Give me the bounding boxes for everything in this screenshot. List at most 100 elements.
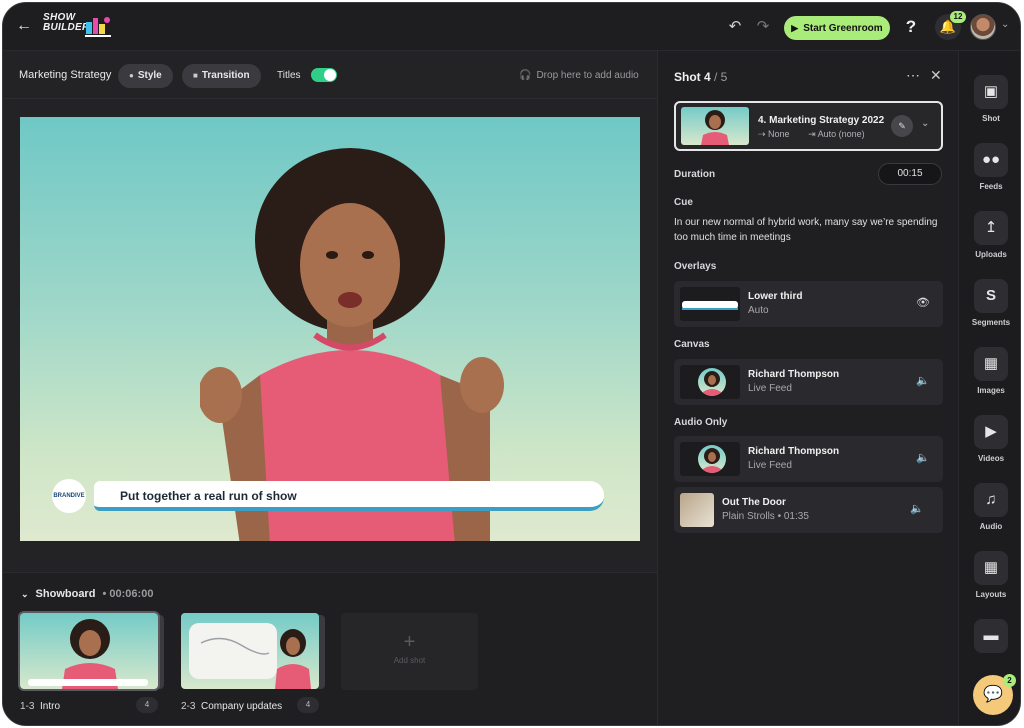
- lower-third-thumbnail: [682, 301, 738, 310]
- shot-thumbnail-company-updates[interactable]: [181, 613, 319, 689]
- shot-label-company-updates: 2-3 Company updates: [181, 701, 282, 712]
- right-rail: ▣ Shot ●● Feeds ↥ Uploads S Segments ▦ I…: [958, 51, 1020, 725]
- help-button[interactable]: ?: [901, 16, 921, 38]
- show-builder-logo: SHOW BUILDER: [43, 13, 123, 41]
- audio-drop-label: Drop here to add audio: [536, 70, 639, 81]
- shot-thumbnail-image: [189, 623, 311, 689]
- titles-label: Titles: [277, 70, 301, 81]
- audio-drop-zone[interactable]: 🎧 Drop here to add audio: [519, 70, 639, 81]
- canvas-label: Canvas: [674, 339, 710, 350]
- duration-label: Duration: [674, 169, 716, 180]
- music-note-icon: ♫: [974, 483, 1008, 517]
- feed-avatar: [698, 368, 726, 396]
- shot-thumbnail-image: [28, 619, 148, 689]
- rail-item-images[interactable]: ▦ Images: [959, 347, 1020, 407]
- top-bar: ← SHOW BUILDER ↶ ↷ ▶ Start Greenroom ? 🔔 …: [3, 3, 1020, 51]
- showboard-duration: • 00:06:00: [99, 588, 154, 600]
- feed-thumbnail: [680, 442, 740, 476]
- cue-text[interactable]: In our new normal of hybrid work, many s…: [674, 215, 944, 245]
- rail-item-more[interactable]: ▬: [959, 619, 1020, 679]
- overlay-item-lower-third[interactable]: Lower third Auto 👁: [674, 281, 943, 327]
- more-options-icon[interactable]: ⋯: [906, 67, 921, 84]
- shot-icon: ▣: [974, 75, 1008, 109]
- rail-label: Segments: [971, 318, 1011, 327]
- rail-label: Shot: [982, 114, 1000, 123]
- rail-item-shot[interactable]: ▣ Shot: [959, 75, 1020, 135]
- chat-badge: 2: [1003, 674, 1016, 687]
- showboard-header[interactable]: ⌄ Showboard • 00:06:00: [21, 588, 153, 600]
- rail-item-feeds[interactable]: ●● Feeds: [959, 143, 1020, 203]
- image-icon: ▦: [974, 347, 1008, 381]
- eye-icon[interactable]: 👁: [916, 296, 930, 309]
- shot-number: Shot 4: [674, 70, 711, 84]
- audio-item-out-the-door[interactable]: Out The Door Plain Strolls • 01:35 🔈: [674, 487, 943, 533]
- style-label: Style: [137, 70, 162, 81]
- shot-count-badge: 4: [297, 697, 319, 713]
- user-avatar[interactable]: [970, 14, 996, 40]
- overlay-thumbnail: [680, 287, 740, 321]
- current-shot-thumbnail: [681, 107, 749, 145]
- rail-label: Uploads: [975, 250, 1007, 259]
- lower-third-overlay: BRANDIVE Put together a real run of show: [52, 479, 612, 515]
- showboard-duration-value: 00:06:00: [109, 588, 154, 600]
- rail-label: Audio: [979, 522, 1003, 531]
- redo-icon[interactable]: ↷: [754, 18, 772, 36]
- speaker-icon[interactable]: 🔈: [916, 451, 930, 464]
- rail-item-videos[interactable]: ▶ Videos: [959, 415, 1020, 475]
- audio-feed-sub: Live Feed: [748, 460, 792, 471]
- back-arrow-icon[interactable]: ←: [15, 17, 33, 35]
- rail-label: Feeds: [979, 182, 1003, 191]
- edit-pencil-icon[interactable]: ✎: [891, 115, 913, 137]
- stage-preview[interactable]: BRANDIVE Put together a real run of show: [20, 117, 640, 541]
- rail-item-audio[interactable]: ♫ Audio: [959, 483, 1020, 543]
- grid-icon: ▦: [974, 551, 1008, 585]
- rail-item-uploads[interactable]: ↥ Uploads: [959, 211, 1020, 271]
- chevron-down-icon[interactable]: ⌄: [921, 118, 929, 129]
- shot-index: 2-3: [181, 701, 196, 712]
- titles-toggle[interactable]: [311, 68, 337, 82]
- current-shot-transitions: ⇢ None ⇥ Auto (none): [758, 129, 881, 140]
- audio-only-label: Audio Only: [674, 417, 728, 428]
- chevron-down-icon[interactable]: ⌄: [1001, 19, 1009, 30]
- transition-out-value: Auto (none): [817, 129, 865, 139]
- start-greenroom-button[interactable]: ▶ Start Greenroom: [784, 16, 890, 40]
- speaker-icon[interactable]: 🔈: [910, 502, 924, 515]
- speaker-icon[interactable]: 🔈: [916, 374, 930, 387]
- palette-icon: ●: [129, 71, 134, 80]
- logo-art-icon: [85, 17, 111, 37]
- style-button[interactable]: ● Style: [118, 64, 173, 88]
- people-icon: ●●: [974, 143, 1008, 177]
- undo-icon[interactable]: ↶: [726, 18, 744, 36]
- rail-label: Images: [977, 386, 1005, 395]
- shot-thumbnail-intro[interactable]: [20, 613, 158, 689]
- add-shot-label: Add shot: [393, 656, 426, 665]
- shot-count-badge: 4: [136, 697, 158, 713]
- segments-icon: S: [974, 279, 1008, 313]
- lower-third-text: Put together a real run of show: [120, 489, 297, 503]
- track-time: 01:35: [783, 511, 809, 522]
- transition-icon: ■: [193, 71, 198, 80]
- canvas-item-richard-thompson[interactable]: Richard Thompson Live Feed 🔈: [674, 359, 943, 405]
- cue-label: Cue: [674, 197, 693, 208]
- track-meta: Plain Strolls • 01:35: [722, 511, 809, 522]
- current-shot-name: 4. Marketing Strategy 2022: [758, 115, 885, 126]
- audio-feed-name: Richard Thompson: [748, 446, 840, 457]
- start-greenroom-label: Start Greenroom: [803, 23, 883, 34]
- shot-index: 1-3: [20, 701, 35, 712]
- show-title: Marketing Strategy: [19, 69, 112, 81]
- overlay-name: Lower third: [748, 291, 803, 302]
- overlay-sub: Auto: [748, 305, 769, 316]
- track-name: Out The Door: [722, 497, 786, 508]
- rail-label: Layouts: [975, 590, 1007, 599]
- brand-logo: BRANDIVE: [52, 479, 86, 513]
- editor-area: Marketing Strategy ● Style ■ Transition Ti…: [3, 51, 657, 572]
- duration-field[interactable]: 00:15: [878, 163, 942, 185]
- transition-button[interactable]: ■ Transition: [182, 64, 261, 88]
- current-shot-image: [701, 110, 729, 145]
- audio-item-richard-thompson[interactable]: Richard Thompson Live Feed 🔈: [674, 436, 943, 482]
- current-shot-card[interactable]: 4. Marketing Strategy 2022 ⇢ None ⇥ Auto…: [674, 101, 943, 151]
- rail-item-segments[interactable]: S Segments: [959, 279, 1020, 339]
- rail-item-layouts[interactable]: ▦ Layouts: [959, 551, 1020, 611]
- add-shot-button[interactable]: + Add shot: [341, 613, 478, 690]
- close-icon[interactable]: ✕: [930, 67, 942, 84]
